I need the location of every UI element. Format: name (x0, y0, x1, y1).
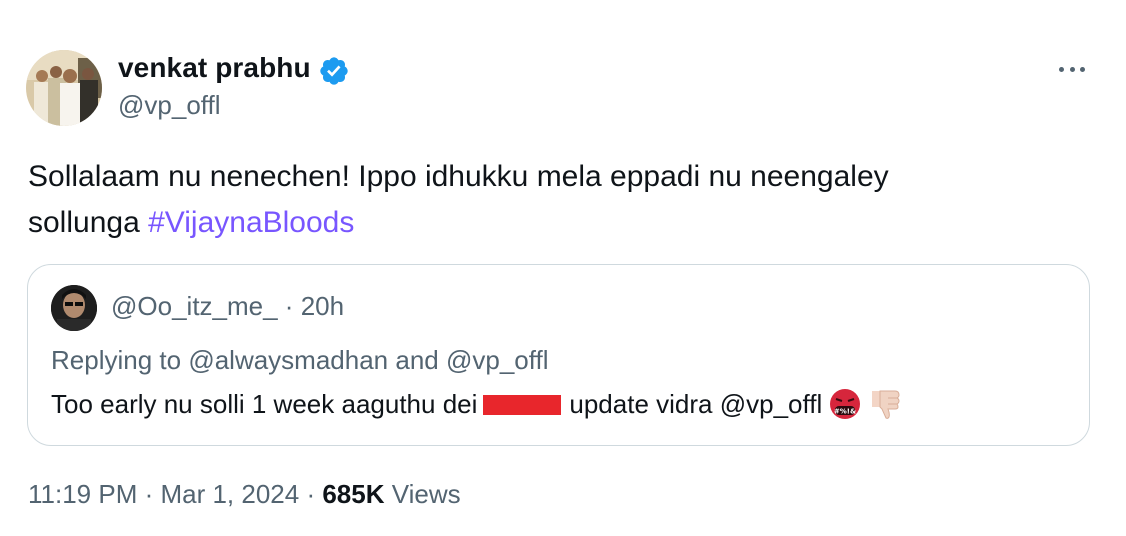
tweet-text: Sollalaam nu nenechen! Ippo idhukku mela… (28, 154, 1088, 246)
tweet-text-prefix: sollunga (28, 206, 149, 239)
quoted-tweet-card[interactable]: @Oo_itz_me_ · 20h Replying to @alwaysmad… (27, 264, 1090, 446)
author-display-name[interactable]: venkat prabhu (118, 50, 311, 86)
verified-badge-icon[interactable] (318, 55, 350, 87)
quoted-avatar-photo (51, 285, 97, 331)
more-dot (1059, 66, 1064, 72)
quoted-separator: · (277, 291, 301, 321)
tweet-text-line-2: sollunga #VijaynaBloods (28, 200, 1088, 246)
tweet-meta: 11:19 PM · Mar 1, 2024 · 685K Views (28, 476, 461, 512)
quoted-user-avatar[interactable] (51, 285, 97, 331)
replying-user-1: @alwaysmadhan (188, 345, 389, 375)
more-dot (1069, 66, 1075, 72)
quoted-text: Too early nu solli 1 week aaguthu dei up… (51, 387, 902, 421)
quoted-text-after: update vidra @vp_offl (569, 389, 823, 419)
author-avatar-photo (26, 50, 102, 126)
tweet-text-line-1: Sollalaam nu nenechen! Ippo idhukku mela… (28, 160, 889, 193)
tweet-time[interactable]: 11:19 PM (28, 479, 137, 509)
tweet-date[interactable]: Mar 1, 2024 (160, 479, 299, 509)
quoted-header: @Oo_itz_me_ · 20h (111, 289, 344, 323)
quoted-replying-to: Replying to @alwaysmadhan and @vp_offl (51, 343, 549, 377)
redaction-mark (483, 395, 562, 415)
replying-prefix: Replying to (51, 345, 189, 375)
hashtag-link[interactable]: #VijaynaBloods (148, 206, 354, 239)
meta-separator: · (137, 479, 161, 509)
quoted-age[interactable]: 20h (301, 291, 344, 321)
more-dot (1080, 66, 1085, 72)
svg-text:#%!&: #%!& (834, 408, 856, 416)
meta-separator: · (299, 479, 323, 509)
replying-user-2: @vp_offl (445, 345, 549, 375)
views-label: Views (384, 479, 461, 509)
quoted-text-before: Too early nu solli 1 week aaguthu dei (51, 389, 478, 419)
replying-and: and (388, 345, 446, 375)
more-options-icon[interactable] (1056, 58, 1088, 80)
views-count[interactable]: 685K (322, 479, 384, 509)
quoted-handle[interactable]: @Oo_itz_me_ (111, 291, 278, 321)
author-avatar[interactable] (26, 50, 102, 126)
face-with-symbols-icon: #%!& (830, 389, 861, 419)
thumbs-down-icon (872, 390, 900, 419)
author-handle[interactable]: @vp_offl (118, 88, 221, 122)
